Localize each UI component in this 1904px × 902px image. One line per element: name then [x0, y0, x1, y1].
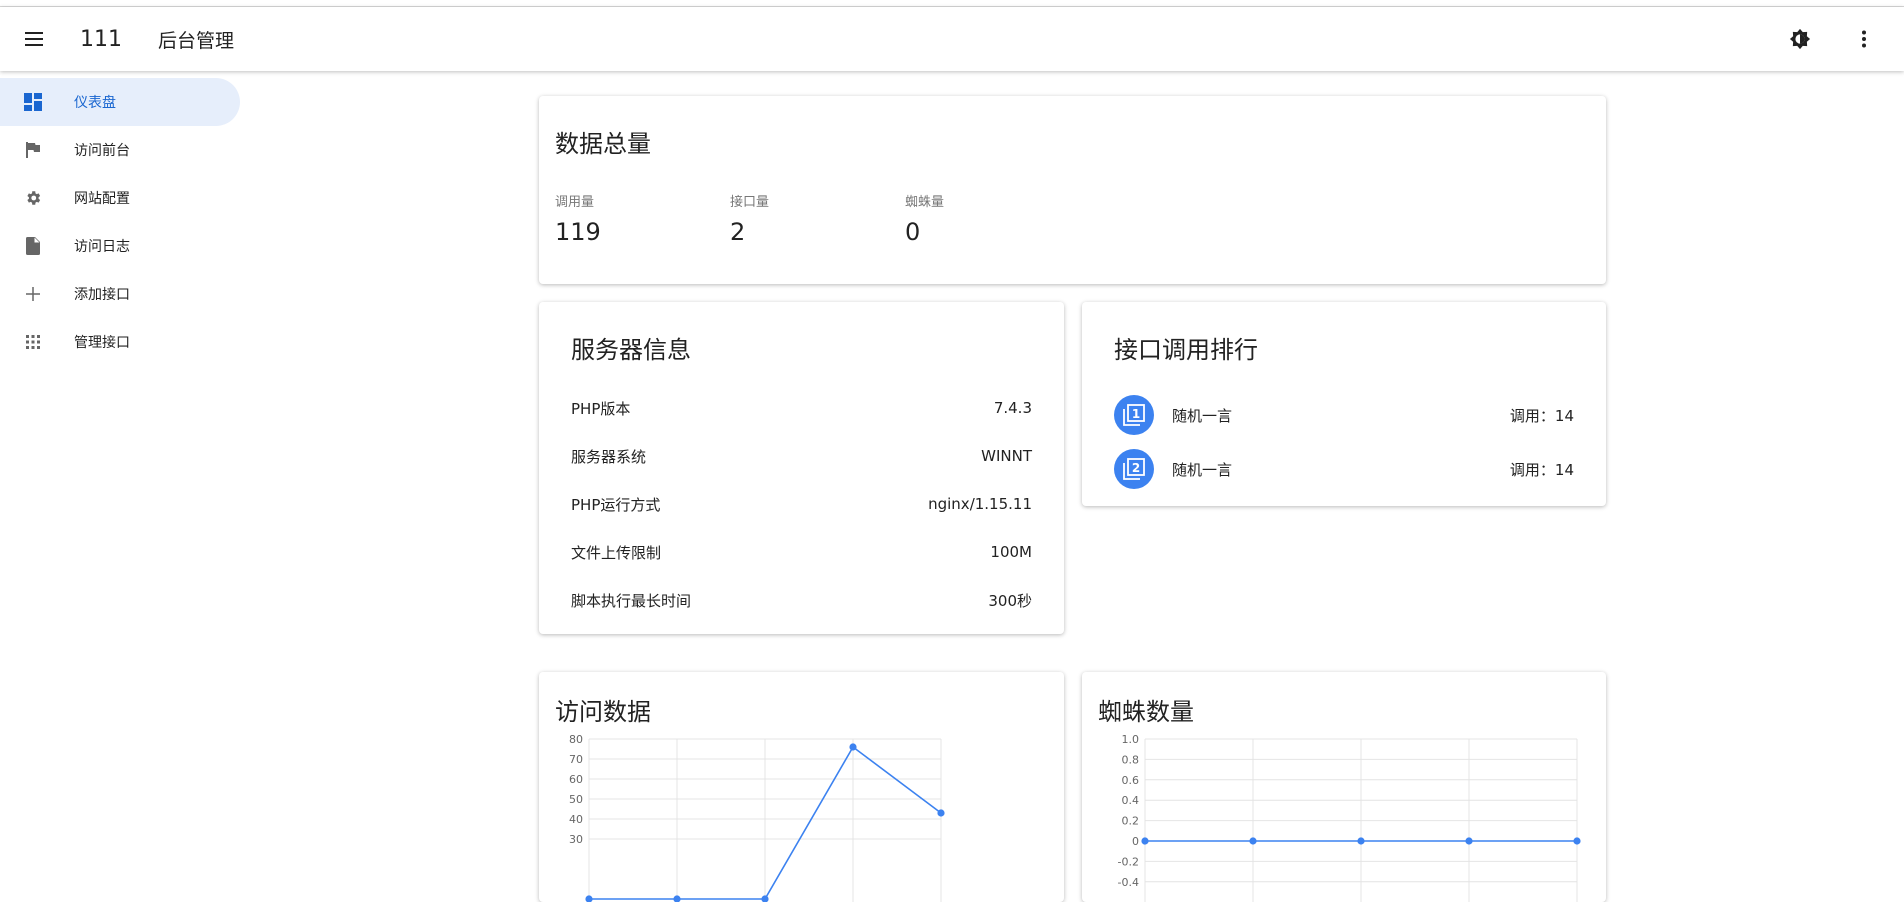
stat-calls: 调用量 119: [555, 191, 601, 246]
sidebar-item-label: 网站配置: [74, 191, 130, 207]
rank-number: 1: [1132, 407, 1140, 421]
api-ranking-title: 接口调用排行: [1114, 336, 1258, 364]
spiders-data-point: [1141, 837, 1149, 845]
info-label: PHP运行方式: [571, 495, 661, 514]
info-row-php-version: PHP版本 7.4.3: [571, 384, 1032, 432]
visits-y-tick-label: 50: [569, 793, 583, 806]
brightness-icon[interactable]: [1780, 19, 1820, 59]
plus-icon: [21, 282, 45, 306]
gear-icon: [21, 186, 45, 210]
spiders-data-point: [1249, 837, 1257, 845]
sidebar-item-add-api[interactable]: 添加接口: [0, 270, 244, 318]
visits-card: 访问数据 30 40 50 60 70 80: [539, 672, 1064, 902]
sidebar-item-dashboard[interactable]: 仪表盘: [0, 78, 240, 126]
dashboard-icon: [21, 90, 45, 114]
stat-value: 2: [730, 218, 746, 246]
sidebar-item-label: 管理接口: [74, 335, 130, 351]
filter-1-icon: 1: [1114, 395, 1154, 435]
totals-card: 数据总量 调用量 119 接口量 2 蜘蛛量 0: [539, 96, 1606, 284]
menu-icon[interactable]: [18, 23, 50, 55]
info-value: nginx/1.15.11: [928, 495, 1032, 513]
server-info-card: 服务器信息 PHP版本 7.4.3 服务器系统 WINNT PHP运行方式 nginx…: [539, 302, 1064, 634]
spiders-y-tick-label: 1.0: [1122, 733, 1140, 746]
spiders-card: 蜘蛛数量 -0.4 -0.2 0 0.2 0.4 0.6 0.8 1.0: [1082, 672, 1606, 902]
stat-apis: 接口量 2: [730, 191, 769, 246]
spiders-data-point: [1357, 837, 1365, 845]
spiders-y-tick-label: -0.2: [1118, 855, 1139, 868]
sidebar-item-label: 访问日志: [74, 239, 130, 255]
stat-label: 调用量: [555, 195, 595, 210]
sidebar-item-label: 添加接口: [74, 287, 130, 303]
totals-title: 数据总量: [555, 130, 651, 158]
visits-y-tick-label: 30: [569, 833, 583, 846]
spiders-y-tick-label: 0.8: [1122, 753, 1140, 766]
sidebar-item-label: 访问前台: [74, 143, 130, 159]
rank-count: 调用：14: [1509, 406, 1574, 425]
spiders-data-point: [1573, 837, 1581, 845]
app-number: 111: [80, 26, 122, 52]
visits-data-point: [585, 895, 593, 902]
visits-data-point: [761, 895, 769, 902]
sidebar-item-manage-api[interactable]: 管理接口: [0, 318, 244, 366]
visits-data-point: [849, 743, 857, 751]
window-top-border: [0, 0, 1904, 7]
stat-spiders: 蜘蛛量 0: [905, 191, 944, 246]
info-label: 文件上传限制: [571, 543, 662, 562]
sidebar-item-label: 仪表盘: [74, 95, 116, 111]
more-vertical-icon[interactable]: [1844, 19, 1884, 59]
visits-data-point: [937, 809, 945, 817]
sidebar-item-site-config[interactable]: 网站配置: [0, 174, 244, 222]
spiders-y-tick-label: 0.6: [1122, 774, 1140, 787]
info-label: 服务器系统: [571, 447, 647, 466]
spiders-y-tick-label: 0.4: [1122, 794, 1140, 807]
visits-y-tick-label: 80: [569, 733, 583, 746]
api-ranking-list: 1 随机一言 调用：14 2 随机一言 调用：14: [1114, 388, 1574, 496]
info-value: WINNT: [981, 447, 1032, 465]
list-item[interactable]: 1 随机一言 调用：14: [1114, 388, 1574, 442]
app-title: 后台管理: [158, 29, 235, 52]
info-value: 100M: [990, 543, 1032, 561]
spiders-data-point: [1465, 837, 1473, 845]
stat-value: 119: [555, 218, 601, 246]
rank-count: 调用：14: [1509, 460, 1574, 479]
info-row-os: 服务器系统 WINNT: [571, 432, 1032, 480]
list-item[interactable]: 2 随机一言 调用：14: [1114, 442, 1574, 496]
visits-y-tick-label: 40: [569, 813, 583, 826]
info-label: PHP版本: [571, 399, 631, 418]
server-info-list: PHP版本 7.4.3 服务器系统 WINNT PHP运行方式 nginx/1.15.…: [571, 384, 1032, 624]
rank-name: 随机一言: [1172, 460, 1233, 479]
info-row-php-mode: PHP运行方式 nginx/1.15.11: [571, 480, 1032, 528]
info-row-max-exec-time: 脚本执行最长时间 300秒: [571, 576, 1032, 624]
info-row-upload-limit: 文件上传限制 100M: [571, 528, 1032, 576]
spiders-y-tick-label: 0.2: [1122, 815, 1140, 828]
info-value: 7.4.3: [993, 399, 1032, 417]
spiders-y-tick-label: 0: [1132, 835, 1139, 848]
stat-value: 0: [905, 218, 921, 246]
sidebar-item-access-log[interactable]: 访问日志: [0, 222, 244, 270]
app-bar: 111 后台管理: [0, 7, 1904, 71]
server-info-title: 服务器信息: [571, 336, 691, 364]
rank-name: 随机一言: [1172, 406, 1233, 425]
visits-data-point: [673, 895, 681, 902]
file-icon: [21, 234, 45, 258]
visits-line-chart: 30 40 50 60 70 80: [569, 733, 945, 902]
apps-grid-icon: [21, 330, 45, 354]
sidebar-item-visit-frontend[interactable]: 访问前台: [0, 126, 244, 174]
visits-y-tick-label: 70: [569, 753, 583, 766]
info-label: 脚本执行最长时间: [571, 591, 692, 610]
spiders-y-tick-label: -0.4: [1118, 876, 1139, 889]
spiders-line-chart: -0.4 -0.2 0 0.2 0.4 0.6 0.8 1.0: [1118, 733, 1581, 902]
filter-2-icon: 2: [1114, 449, 1154, 489]
stat-label: 接口量: [730, 195, 770, 210]
info-value: 300秒: [988, 591, 1032, 610]
flag-icon: [21, 138, 45, 162]
rank-number: 2: [1132, 461, 1140, 475]
visits-y-tick-label: 60: [569, 773, 583, 786]
api-ranking-card: 接口调用排行 1 随机一言 调用：14 2 随机一言 调用：14: [1082, 302, 1606, 506]
stat-label: 蜘蛛量: [905, 195, 945, 210]
sidebar: 仪表盘 访问前台 网站配置 访问日志 添加接口 管理接口: [0, 78, 244, 884]
